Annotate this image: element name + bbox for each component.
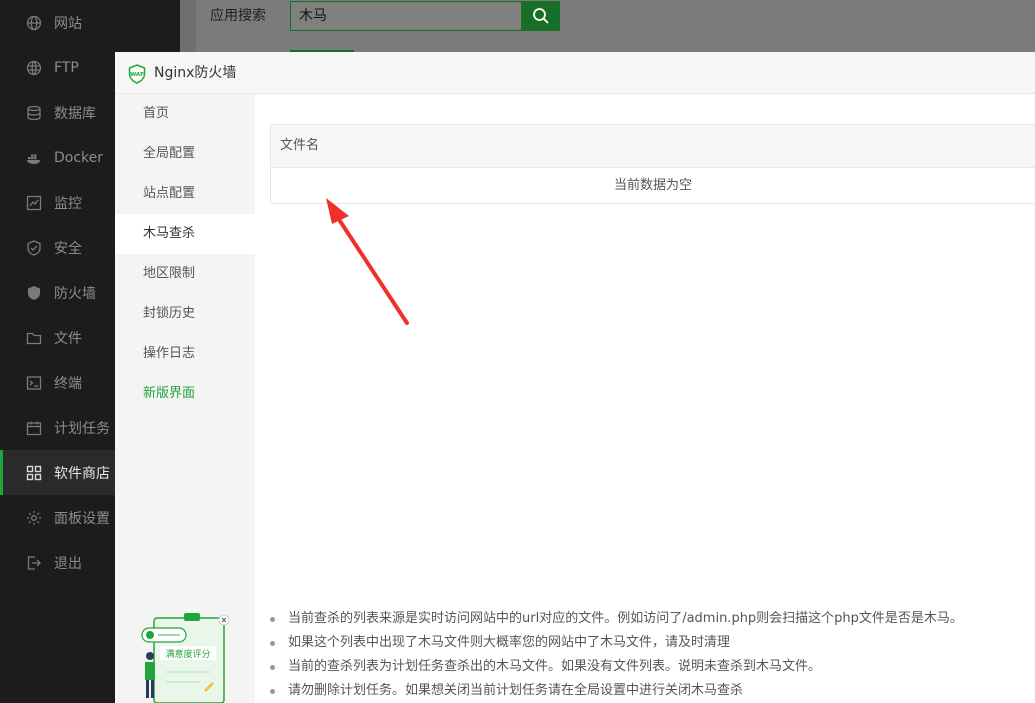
sidebar-item-label: 终端	[54, 375, 82, 392]
search-label: 应用搜索	[210, 8, 266, 24]
table-empty-message: 当前数据为空	[613, 178, 692, 193]
help-note: 当前的查杀列表为计划任务查杀出的木马文件。如果没有文件列表。说明未查杀到木马文件…	[270, 655, 1030, 679]
docker-icon	[26, 150, 42, 166]
sidebar-item-website[interactable]: 网站	[0, 0, 180, 45]
modal-title: Nginx防火墙	[154, 65, 237, 81]
tab-trojan-scan[interactable]: 木马查杀	[115, 214, 255, 254]
logout-icon	[26, 555, 42, 571]
help-notes: 当前查杀的列表来源是实时访问网站中的url对应的文件。例如访问了/admin.p…	[270, 607, 1030, 703]
help-note: 请勿删除计划任务。如果想关闭当前计划任务请在全局设置中进行关闭木马查杀	[270, 679, 1030, 703]
app-search-bar: 应用搜索 木马	[196, 0, 1035, 52]
ftp-globe-icon	[26, 60, 42, 76]
firewall-shield-icon	[26, 285, 42, 301]
sidebar-item-label: 数据库	[54, 105, 96, 122]
globe-icon	[26, 15, 42, 31]
apps-grid-icon	[26, 465, 42, 481]
search-input[interactable]: 木马	[290, 1, 522, 31]
sidebar-item-label: 网站	[54, 15, 82, 32]
sidebar-item-label: 安全	[54, 240, 82, 257]
modal-header: WAF Nginx防火墙	[115, 52, 1035, 94]
sidebar-item-label: FTP	[54, 59, 79, 76]
sidebar-item-label: 软件商店	[54, 465, 110, 482]
nginx-firewall-modal: WAF Nginx防火墙 首页 全局配置 站点配置 木马查杀 地区限制 封锁历史…	[115, 52, 1035, 703]
tab-block-history[interactable]: 封锁历史	[115, 294, 255, 334]
search-icon	[533, 8, 549, 24]
waf-logo-text: WAF	[130, 72, 144, 78]
satisfaction-survey-widget[interactable]: 满意度评分	[138, 612, 234, 703]
tab-home[interactable]: 首页	[115, 94, 255, 134]
help-note: 当前查杀的列表来源是实时访问网站中的url对应的文件。例如访问了/admin.p…	[270, 607, 1030, 631]
sidebar-item-label: 文件	[54, 330, 82, 347]
terminal-icon	[26, 375, 42, 391]
tab-site-config[interactable]: 站点配置	[115, 174, 255, 214]
tab-global-config[interactable]: 全局配置	[115, 134, 255, 174]
column-header-filename: 文件名	[271, 125, 1035, 168]
sidebar-item-label: 防火墙	[54, 285, 96, 302]
tab-new-ui[interactable]: 新版界面	[115, 374, 255, 414]
tab-region-limit[interactable]: 地区限制	[115, 254, 255, 294]
calendar-icon	[26, 420, 42, 436]
folder-icon	[26, 330, 42, 346]
sidebar-item-label: 计划任务	[54, 420, 110, 437]
sidebar-item-label: 监控	[54, 195, 82, 212]
help-note: 如果这个列表中出现了木马文件则大概率您的网站中了木马文件，请及时清理	[270, 631, 1030, 655]
monitor-icon	[26, 195, 42, 211]
gear-icon	[26, 510, 42, 526]
sidebar-item-label: 退出	[54, 555, 82, 572]
tab-operation-log[interactable]: 操作日志	[115, 334, 255, 374]
sidebar-item-label: Docker	[54, 149, 104, 166]
database-icon	[26, 105, 42, 121]
sidebar-item-label: 面板设置	[54, 510, 110, 527]
shield-check-icon	[26, 239, 42, 256]
search-button[interactable]	[522, 1, 560, 31]
survey-label: 满意度评分	[165, 648, 210, 660]
waf-shield-icon: WAF	[128, 64, 146, 84]
trojan-file-table: 文件名 当前数据为空	[270, 124, 1035, 204]
